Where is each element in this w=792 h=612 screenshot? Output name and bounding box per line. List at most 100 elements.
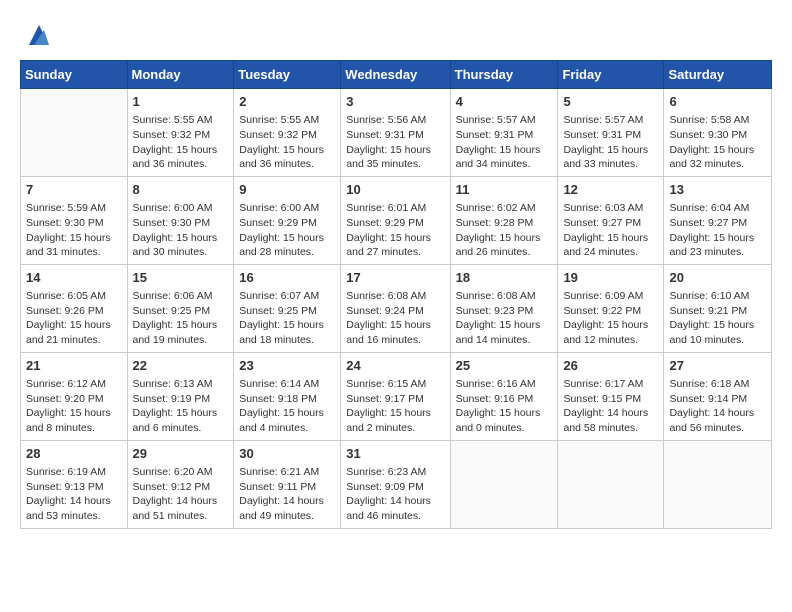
day-number: 3 bbox=[346, 93, 444, 111]
day-cell: 13 Sunrise: 6:04 AMSunset: 9:27 PMDayligh… bbox=[664, 176, 772, 264]
day-info: Sunrise: 6:00 AMSunset: 9:29 PMDaylight:… bbox=[239, 201, 335, 260]
day-cell: 6 Sunrise: 5:58 AMSunset: 9:30 PMDaylight… bbox=[664, 89, 772, 177]
day-number: 14 bbox=[26, 269, 122, 287]
day-cell: 8 Sunrise: 6:00 AMSunset: 9:30 PMDaylight… bbox=[127, 176, 234, 264]
header-cell-thursday: Thursday bbox=[450, 61, 558, 89]
day-info: Sunrise: 6:17 AMSunset: 9:15 PMDaylight:… bbox=[563, 377, 658, 436]
day-info: Sunrise: 6:07 AMSunset: 9:25 PMDaylight:… bbox=[239, 289, 335, 348]
day-info: Sunrise: 6:13 AMSunset: 9:19 PMDaylight:… bbox=[133, 377, 229, 436]
header-cell-wednesday: Wednesday bbox=[341, 61, 450, 89]
day-number: 19 bbox=[563, 269, 658, 287]
day-cell: 30 Sunrise: 6:21 AMSunset: 9:11 PMDayligh… bbox=[234, 440, 341, 528]
day-number: 6 bbox=[669, 93, 766, 111]
header-cell-sunday: Sunday bbox=[21, 61, 128, 89]
day-cell: 29 Sunrise: 6:20 AMSunset: 9:12 PMDayligh… bbox=[127, 440, 234, 528]
day-info: Sunrise: 6:21 AMSunset: 9:11 PMDaylight:… bbox=[239, 465, 335, 524]
week-row-5: 28 Sunrise: 6:19 AMSunset: 9:13 PMDayligh… bbox=[21, 440, 772, 528]
day-number: 15 bbox=[133, 269, 229, 287]
week-row-3: 14 Sunrise: 6:05 AMSunset: 9:26 PMDayligh… bbox=[21, 264, 772, 352]
day-cell: 27Sunrise: 6:18 AMSunset: 9:14 PMDayligh… bbox=[664, 352, 772, 440]
day-cell: 11 Sunrise: 6:02 AMSunset: 9:28 PMDayligh… bbox=[450, 176, 558, 264]
day-cell: 3 Sunrise: 5:56 AMSunset: 9:31 PMDaylight… bbox=[341, 89, 450, 177]
day-info: Sunrise: 6:00 AMSunset: 9:30 PMDaylight:… bbox=[133, 201, 229, 260]
day-cell bbox=[21, 89, 128, 177]
day-info: Sunrise: 6:08 AMSunset: 9:24 PMDaylight:… bbox=[346, 289, 444, 348]
day-info: Sunrise: 6:09 AMSunset: 9:22 PMDaylight:… bbox=[563, 289, 658, 348]
day-number: 4 bbox=[456, 93, 553, 111]
day-info: Sunrise: 6:10 AMSunset: 9:21 PMDaylight:… bbox=[669, 289, 766, 348]
day-info: Sunrise: 6:14 AMSunset: 9:18 PMDaylight:… bbox=[239, 377, 335, 436]
day-number: 24 bbox=[346, 357, 444, 375]
day-info: Sunrise: 5:59 AMSunset: 9:30 PMDaylight:… bbox=[26, 201, 122, 260]
day-info: Sunrise: 6:05 AMSunset: 9:26 PMDaylight:… bbox=[26, 289, 122, 348]
day-number: 1 bbox=[133, 93, 229, 111]
day-cell: 5Sunrise: 5:57 AMSunset: 9:31 PMDaylight… bbox=[558, 89, 664, 177]
day-info: Sunrise: 6:15 AMSunset: 9:17 PMDaylight:… bbox=[346, 377, 444, 436]
day-number: 9 bbox=[239, 181, 335, 199]
day-cell: 9 Sunrise: 6:00 AMSunset: 9:29 PMDaylight… bbox=[234, 176, 341, 264]
day-cell: 10Sunrise: 6:01 AMSunset: 9:29 PMDayligh… bbox=[341, 176, 450, 264]
day-cell: 16 Sunrise: 6:07 AMSunset: 9:25 PMDayligh… bbox=[234, 264, 341, 352]
day-number: 8 bbox=[133, 181, 229, 199]
day-cell: 12 Sunrise: 6:03 AMSunset: 9:27 PMDayligh… bbox=[558, 176, 664, 264]
day-info: Sunrise: 5:56 AMSunset: 9:31 PMDaylight:… bbox=[346, 113, 444, 172]
day-info: Sunrise: 5:55 AMSunset: 9:32 PMDaylight:… bbox=[239, 113, 335, 172]
header-cell-friday: Friday bbox=[558, 61, 664, 89]
day-cell: 7Sunrise: 5:59 AMSunset: 9:30 PMDaylight… bbox=[21, 176, 128, 264]
week-row-2: 7Sunrise: 5:59 AMSunset: 9:30 PMDaylight… bbox=[21, 176, 772, 264]
day-cell: 14 Sunrise: 6:05 AMSunset: 9:26 PMDayligh… bbox=[21, 264, 128, 352]
day-cell: 20 Sunrise: 6:10 AMSunset: 9:21 PMDayligh… bbox=[664, 264, 772, 352]
day-number: 22 bbox=[133, 357, 229, 375]
day-number: 23 bbox=[239, 357, 335, 375]
header-cell-saturday: Saturday bbox=[664, 61, 772, 89]
header-cell-tuesday: Tuesday bbox=[234, 61, 341, 89]
day-number: 12 bbox=[563, 181, 658, 199]
calendar-table: SundayMondayTuesdayWednesdayThursdayFrid… bbox=[20, 60, 772, 529]
day-number: 31 bbox=[346, 445, 444, 463]
day-cell: 26Sunrise: 6:17 AMSunset: 9:15 PMDayligh… bbox=[558, 352, 664, 440]
day-number: 17 bbox=[346, 269, 444, 287]
day-number: 10 bbox=[346, 181, 444, 199]
day-number: 29 bbox=[133, 445, 229, 463]
day-info: Sunrise: 6:23 AMSunset: 9:09 PMDaylight:… bbox=[346, 465, 444, 524]
day-cell: 2 Sunrise: 5:55 AMSunset: 9:32 PMDaylight… bbox=[234, 89, 341, 177]
day-number: 20 bbox=[669, 269, 766, 287]
day-number: 13 bbox=[669, 181, 766, 199]
day-info: Sunrise: 6:12 AMSunset: 9:20 PMDaylight:… bbox=[26, 377, 122, 436]
day-number: 21 bbox=[26, 357, 122, 375]
day-cell: 4Sunrise: 5:57 AMSunset: 9:31 PMDaylight… bbox=[450, 89, 558, 177]
week-row-1: 1 Sunrise: 5:55 AMSunset: 9:32 PMDaylight… bbox=[21, 89, 772, 177]
day-cell: 28 Sunrise: 6:19 AMSunset: 9:13 PMDayligh… bbox=[21, 440, 128, 528]
day-info: Sunrise: 6:08 AMSunset: 9:23 PMDaylight:… bbox=[456, 289, 553, 348]
day-cell: 17 Sunrise: 6:08 AMSunset: 9:24 PMDayligh… bbox=[341, 264, 450, 352]
day-number: 2 bbox=[239, 93, 335, 111]
day-number: 27 bbox=[669, 357, 766, 375]
header-cell-monday: Monday bbox=[127, 61, 234, 89]
day-number: 30 bbox=[239, 445, 335, 463]
day-info: Sunrise: 5:58 AMSunset: 9:30 PMDaylight:… bbox=[669, 113, 766, 172]
day-number: 18 bbox=[456, 269, 553, 287]
day-info: Sunrise: 5:55 AMSunset: 9:32 PMDaylight:… bbox=[133, 113, 229, 172]
day-cell bbox=[558, 440, 664, 528]
calendar-header: SundayMondayTuesdayWednesdayThursdayFrid… bbox=[21, 61, 772, 89]
day-info: Sunrise: 6:03 AMSunset: 9:27 PMDaylight:… bbox=[563, 201, 658, 260]
day-info: Sunrise: 5:57 AMSunset: 9:31 PMDaylight:… bbox=[563, 113, 658, 172]
day-cell: 1 Sunrise: 5:55 AMSunset: 9:32 PMDaylight… bbox=[127, 89, 234, 177]
week-row-4: 21 Sunrise: 6:12 AMSunset: 9:20 PMDayligh… bbox=[21, 352, 772, 440]
day-info: Sunrise: 6:19 AMSunset: 9:13 PMDaylight:… bbox=[26, 465, 122, 524]
day-number: 28 bbox=[26, 445, 122, 463]
day-info: Sunrise: 6:20 AMSunset: 9:12 PMDaylight:… bbox=[133, 465, 229, 524]
logo-icon bbox=[24, 20, 54, 50]
day-cell: 24 Sunrise: 6:15 AMSunset: 9:17 PMDayligh… bbox=[341, 352, 450, 440]
day-cell bbox=[664, 440, 772, 528]
day-cell: 18 Sunrise: 6:08 AMSunset: 9:23 PMDayligh… bbox=[450, 264, 558, 352]
day-info: Sunrise: 6:02 AMSunset: 9:28 PMDaylight:… bbox=[456, 201, 553, 260]
day-cell: 22 Sunrise: 6:13 AMSunset: 9:19 PMDayligh… bbox=[127, 352, 234, 440]
day-number: 16 bbox=[239, 269, 335, 287]
day-info: Sunrise: 6:04 AMSunset: 9:27 PMDaylight:… bbox=[669, 201, 766, 260]
page-header bbox=[20, 20, 772, 50]
day-cell: 19 Sunrise: 6:09 AMSunset: 9:22 PMDayligh… bbox=[558, 264, 664, 352]
day-number: 11 bbox=[456, 181, 553, 199]
day-cell: 31 Sunrise: 6:23 AMSunset: 9:09 PMDayligh… bbox=[341, 440, 450, 528]
day-cell: 21 Sunrise: 6:12 AMSunset: 9:20 PMDayligh… bbox=[21, 352, 128, 440]
